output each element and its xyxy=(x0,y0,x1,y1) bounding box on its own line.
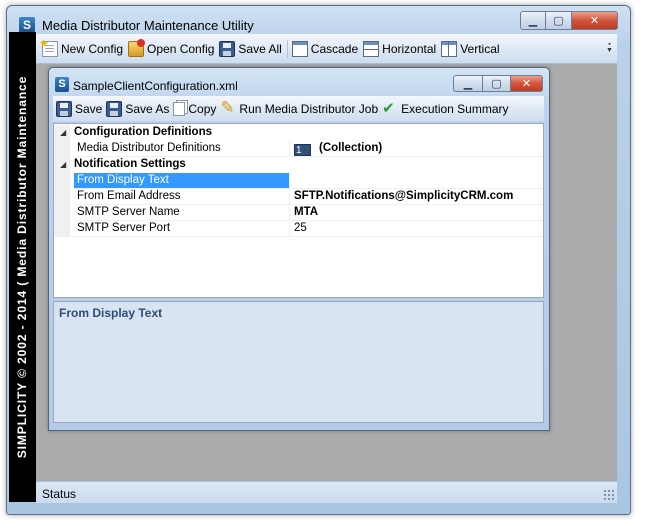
resize-grip-icon[interactable] xyxy=(603,489,614,500)
cascade-icon xyxy=(291,40,308,57)
open-folder-icon xyxy=(128,38,146,57)
close-button[interactable]: ✕ xyxy=(572,11,618,30)
collapse-triangle-icon[interactable]: ◢ xyxy=(60,128,66,137)
property-row[interactable]: Media Distributor Definitions 1 (Collecti… xyxy=(54,141,543,157)
category-label: Configuration Definitions xyxy=(74,126,212,138)
child-toolbar: Save Save As Copy Run Media Distributor … xyxy=(53,96,544,121)
category-label: Notification Settings xyxy=(74,158,186,170)
copy-icon xyxy=(173,101,186,116)
property-value[interactable]: MTA xyxy=(291,205,543,221)
execution-summary-label: Execution Summary xyxy=(401,101,509,116)
property-value[interactable]: 25 xyxy=(291,221,543,237)
minimize-icon: ▁ xyxy=(463,78,473,90)
property-name: SMTP Server Name xyxy=(74,205,290,221)
child-maximize-button[interactable]: ▢ xyxy=(483,75,511,92)
child-close-button[interactable]: ✕ xyxy=(511,75,543,92)
tile-vertical-icon xyxy=(441,40,458,57)
save-all-button[interactable]: Save All xyxy=(217,38,284,60)
property-row[interactable]: From Display Text xyxy=(54,173,543,189)
child-minimize-button[interactable]: ▁ xyxy=(453,75,483,92)
run-job-button[interactable]: Run Media Distributor Job xyxy=(219,98,381,119)
save-icon xyxy=(56,100,72,117)
status-text: Status xyxy=(42,487,77,501)
property-value[interactable]: 1 (Collection) xyxy=(291,141,543,157)
run-pencil-icon xyxy=(220,98,236,118)
save-all-label: Save All xyxy=(238,41,282,56)
mdi-workspace: S SampleClientConfiguration.xml ▁ ▢ ✕ Sa… xyxy=(36,64,617,481)
maximize-button[interactable]: ▢ xyxy=(546,11,572,30)
vertical-button[interactable]: Vertical xyxy=(439,38,502,60)
property-name: From Email Address xyxy=(74,189,290,205)
new-config-label: New Config xyxy=(61,41,124,56)
collapse-triangle-icon[interactable]: ◢ xyxy=(60,160,66,169)
child-window-title: SampleClientConfiguration.xml xyxy=(73,79,238,93)
horizontal-label: Horizontal xyxy=(382,41,437,56)
save-as-icon xyxy=(106,100,123,117)
maximize-icon: ▢ xyxy=(553,15,564,27)
save-label: Save xyxy=(75,101,103,116)
property-value-field[interactable] xyxy=(291,173,543,189)
minimize-button[interactable]: ▁ xyxy=(520,11,546,30)
child-window: S SampleClientConfiguration.xml ▁ ▢ ✕ Sa… xyxy=(48,67,550,431)
window-title: Media Distributor Maintenance Utility xyxy=(42,18,254,33)
open-config-button[interactable]: Open Config xyxy=(126,38,217,60)
tile-horizontal-icon xyxy=(363,40,380,57)
side-banner: SIMPLICITY © 2002 - 2014 ( Media Distrib… xyxy=(9,32,36,502)
main-toolbar: New Config Open Config Save All Cascade … xyxy=(36,34,617,64)
save-all-icon xyxy=(219,40,236,57)
copy-button[interactable]: Copy xyxy=(172,99,219,119)
open-config-label: Open Config xyxy=(147,41,215,56)
maximize-icon: ▢ xyxy=(491,78,502,90)
close-icon: ✕ xyxy=(589,15,600,27)
cascade-button[interactable]: Cascade xyxy=(290,38,361,60)
execution-summary-button[interactable]: Execution Summary xyxy=(381,99,511,119)
save-as-button[interactable]: Save As xyxy=(105,99,172,119)
cascade-label: Cascade xyxy=(310,41,359,56)
copy-label: Copy xyxy=(188,101,217,116)
status-bar: Status xyxy=(36,481,617,503)
run-job-label: Run Media Distributor Job xyxy=(239,101,379,116)
app-icon: S xyxy=(19,17,35,33)
property-row[interactable]: From Email Address SFTP.Notifications@Si… xyxy=(54,189,543,205)
vertical-label: Vertical xyxy=(460,41,500,56)
save-button[interactable]: Save xyxy=(55,99,105,119)
property-name: SMTP Server Port xyxy=(74,221,290,237)
category-row[interactable]: ◢ Configuration Definitions xyxy=(54,125,543,141)
help-pane: From Display Text xyxy=(53,301,544,423)
new-config-button[interactable]: New Config xyxy=(39,37,126,60)
minimize-icon: ▁ xyxy=(528,15,538,27)
property-value[interactable]: SFTP.Notifications@SimplicityCRM.com xyxy=(291,189,543,205)
checkmark-icon xyxy=(382,99,398,117)
toolbar-overflow-chevron-icon[interactable]: ▪ ▼ xyxy=(606,41,613,58)
new-doc-icon xyxy=(39,37,58,57)
property-row[interactable]: SMTP Server Port 25 xyxy=(54,221,543,237)
horizontal-button[interactable]: Horizontal xyxy=(361,38,439,60)
help-title: From Display Text xyxy=(59,306,163,320)
property-row[interactable]: SMTP Server Name MTA xyxy=(54,205,543,221)
property-name-selected: From Display Text xyxy=(74,173,290,189)
close-icon: ✕ xyxy=(521,78,532,90)
child-window-icon: S xyxy=(55,77,69,92)
toolbar-separator xyxy=(286,39,288,58)
banner-text: SIMPLICITY © 2002 - 2014 ( Media Distrib… xyxy=(15,75,29,459)
save-as-label: Save As xyxy=(125,101,170,116)
property-name: Media Distributor Definitions xyxy=(74,141,290,157)
collection-count-box: 1 xyxy=(294,144,311,156)
category-row[interactable]: ◢ Notification Settings xyxy=(54,157,543,173)
property-grid: ◢ Configuration Definitions Media Distri… xyxy=(53,123,544,298)
collection-value: (Collection) xyxy=(319,142,383,154)
